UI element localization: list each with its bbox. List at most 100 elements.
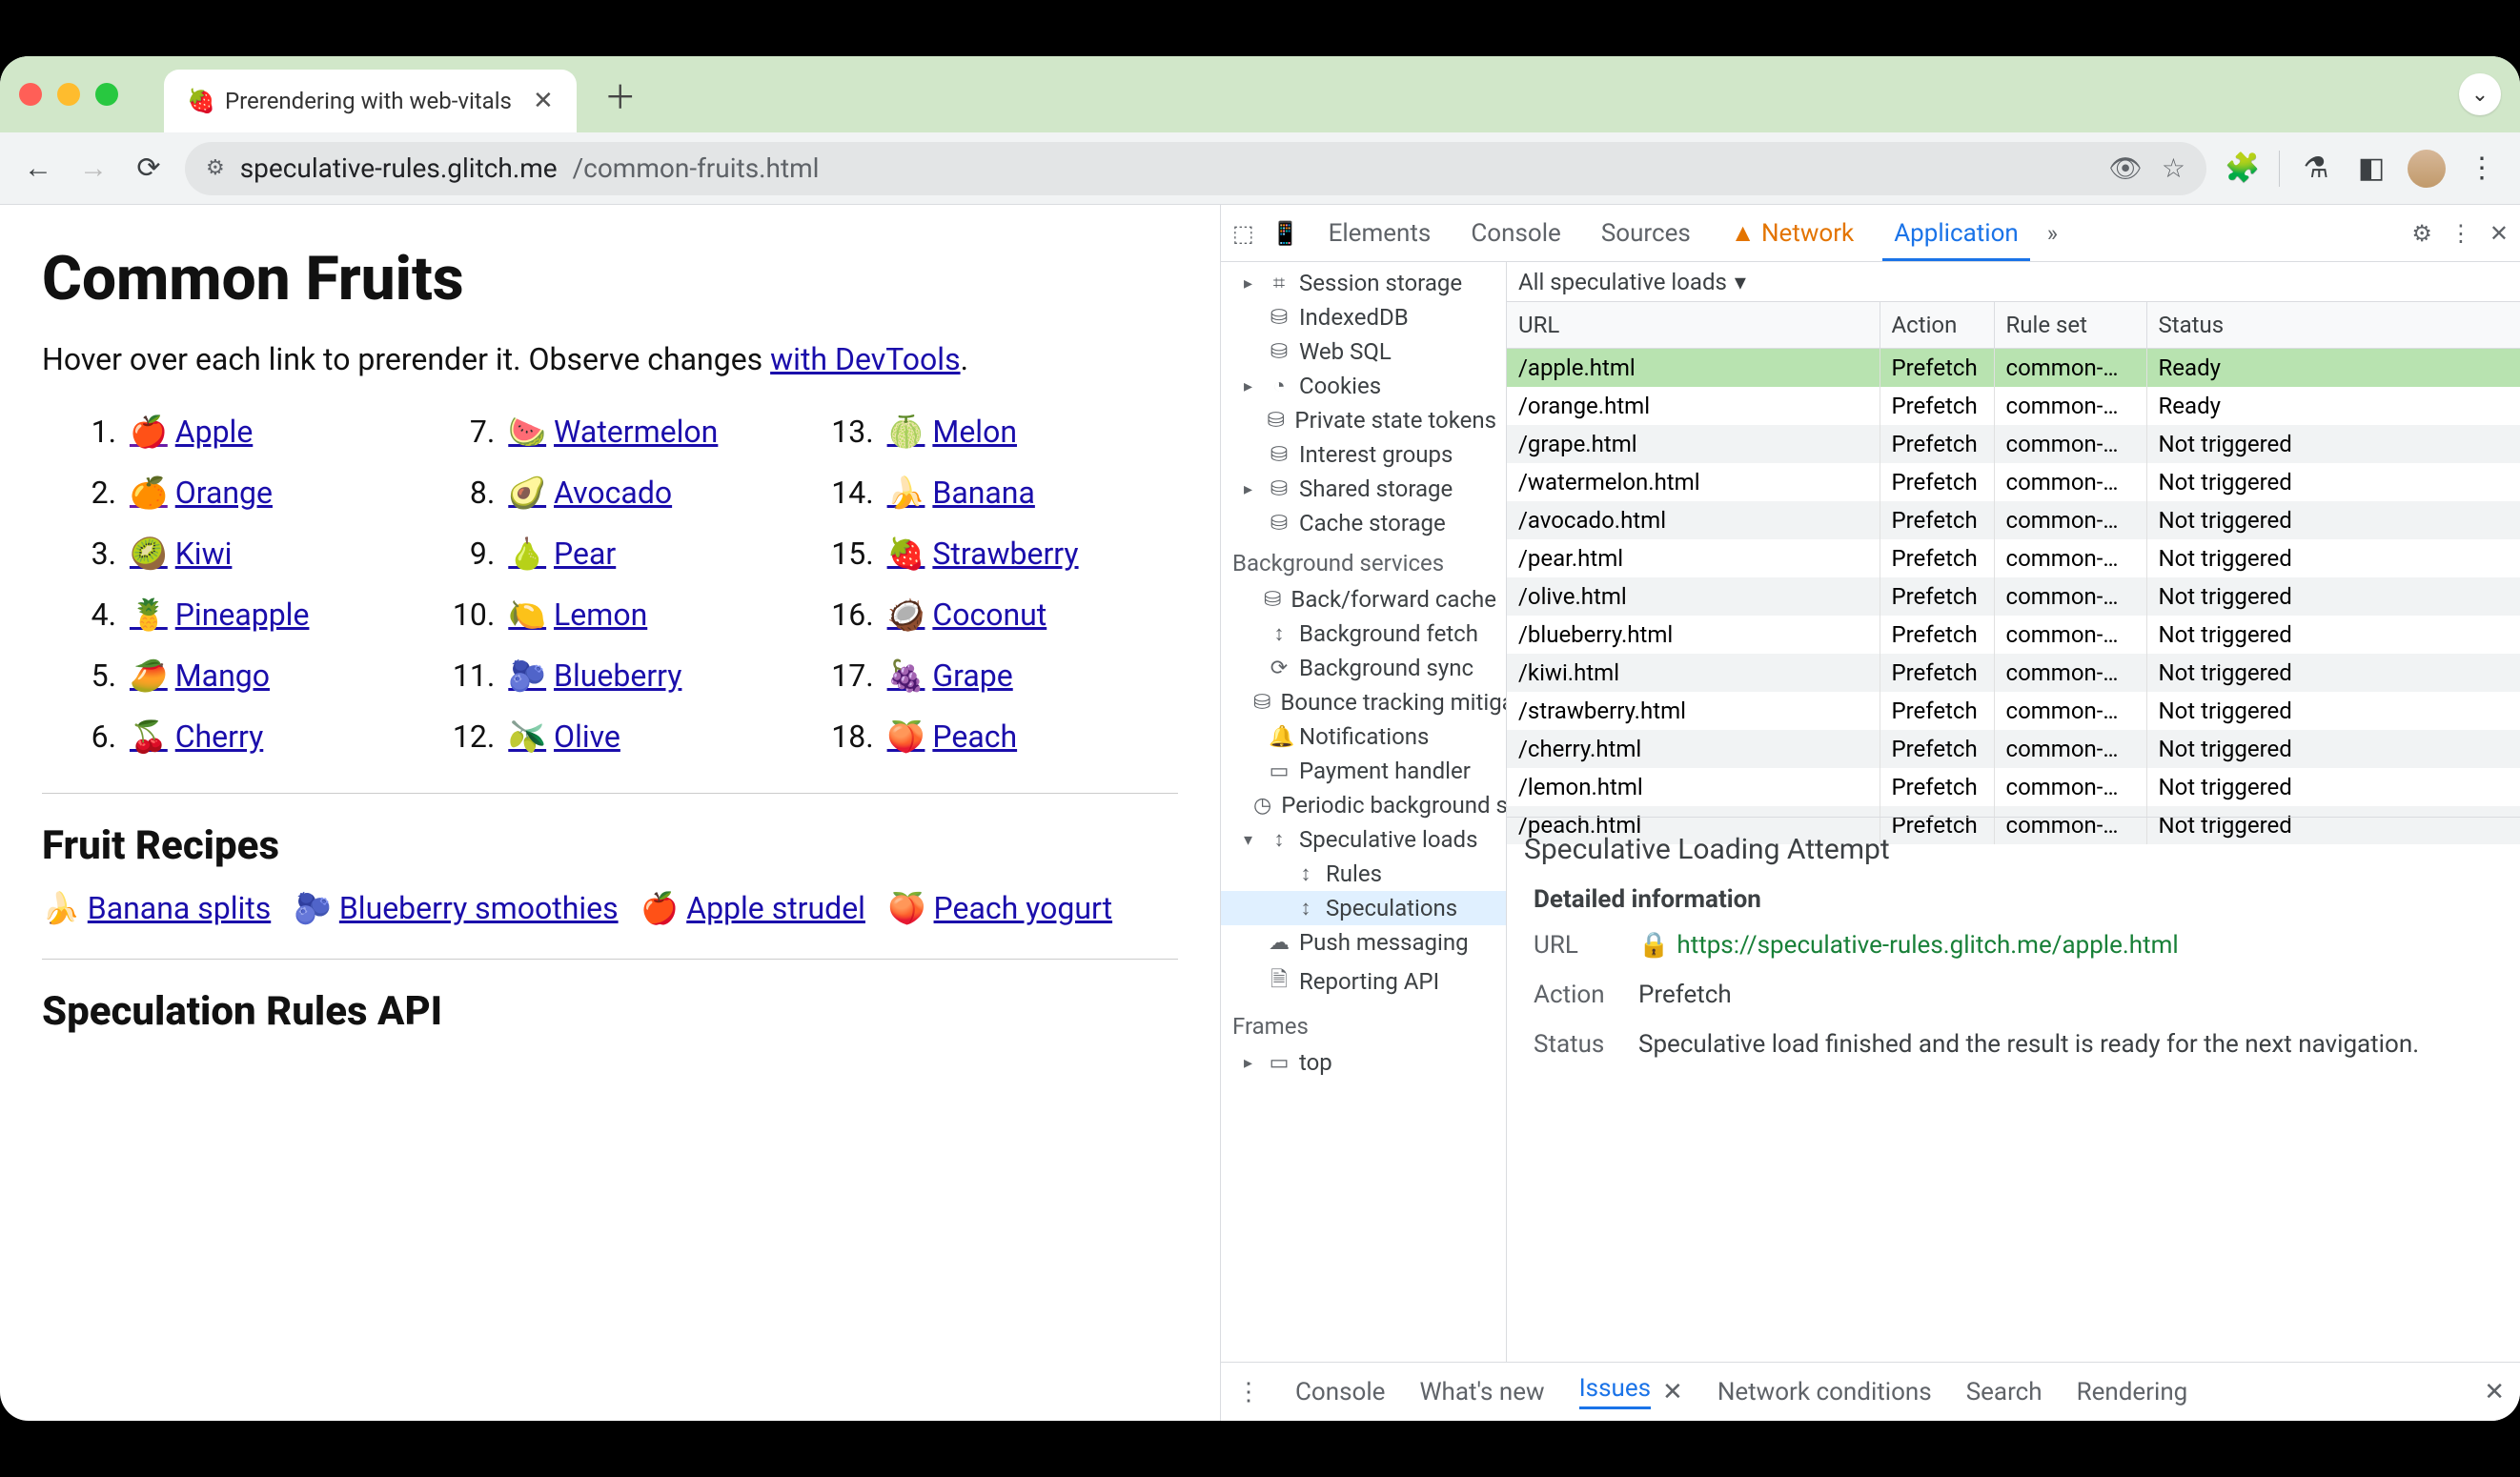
device-toggle-icon[interactable]: 📱 [1271, 220, 1300, 247]
new-tab-button[interactable]: ＋ [600, 73, 641, 115]
fruit-link[interactable]: Orange [175, 475, 273, 511]
fruit-link[interactable]: Coconut [932, 597, 1047, 633]
fruit-link[interactable]: Watermelon [554, 414, 718, 450]
chrome-menu-button[interactable]: ⋮ [2463, 150, 2501, 188]
visibility-icon[interactable]: 👁 [2108, 152, 2143, 184]
sidebar-item[interactable]: ▸▭top [1221, 1045, 1506, 1080]
drawer-tab[interactable]: Rendering [2077, 1378, 2188, 1406]
close-drawer-tab-button[interactable]: ✕ [1662, 1378, 1683, 1406]
sidebar-item[interactable]: ⛁Private state tokens [1221, 403, 1506, 437]
site-info-icon[interactable]: ⚙ [206, 156, 225, 180]
tab-sources[interactable]: Sources [1590, 206, 1702, 261]
fruit-link[interactable]: Olive [554, 718, 620, 755]
tab-application[interactable]: Application [1882, 206, 2030, 261]
table-row[interactable]: /watermelon.htmlPrefetchcommon-…Not trig… [1507, 463, 2520, 501]
table-row[interactable]: /grape.htmlPrefetchcommon-…Not triggered [1507, 425, 2520, 463]
table-row[interactable]: /kiwi.htmlPrefetchcommon-…Not triggered [1507, 654, 2520, 692]
back-button[interactable]: ← [19, 150, 57, 188]
table-row[interactable]: /orange.htmlPrefetchcommon-…Ready [1507, 387, 2520, 425]
recipe-link[interactable]: Banana splits [88, 890, 271, 926]
drawer-tab[interactable]: Search [1966, 1378, 2042, 1406]
more-tabs-button[interactable]: » [2047, 220, 2058, 247]
settings-icon[interactable]: ⚙ [2411, 220, 2432, 247]
table-row[interactable]: /blueberry.htmlPrefetchcommon-…Not trigg… [1507, 616, 2520, 654]
sidebar-item[interactable]: ⛁Web SQL [1221, 334, 1506, 369]
table-row[interactable]: /olive.htmlPrefetchcommon-…Not triggered [1507, 577, 2520, 616]
th-ruleset[interactable]: Rule set [1995, 302, 2147, 348]
profile-avatar[interactable] [2408, 150, 2446, 188]
table-row[interactable]: /strawberry.htmlPrefetchcommon-…Not trig… [1507, 692, 2520, 730]
sidebar-item[interactable]: ▭Payment handler [1221, 754, 1506, 788]
close-tab-button[interactable]: ✕ [533, 87, 554, 115]
table-row[interactable]: /apple.htmlPrefetchcommon-…Ready [1507, 349, 2520, 387]
fruit-link[interactable]: Mango [175, 658, 270, 694]
drawer-tab[interactable]: Network conditions [1717, 1378, 1932, 1406]
recipe-link[interactable]: Apple strudel [686, 890, 865, 926]
th-status[interactable]: Status [2147, 302, 2520, 348]
extensions-button[interactable]: 🧩 [2224, 150, 2262, 188]
sidebar-item[interactable]: ↕Speculations [1221, 891, 1506, 925]
th-action[interactable]: Action [1880, 302, 1995, 348]
drawer-tab[interactable]: Issues [1579, 1374, 1651, 1409]
table-row[interactable]: /pear.htmlPrefetchcommon-…Not triggered [1507, 539, 2520, 577]
bookmark-icon[interactable]: ☆ [2162, 152, 2185, 184]
sidebar-item[interactable]: 🗎Reporting API [1221, 960, 1506, 1003]
fruit-link[interactable]: Peach [932, 718, 1017, 755]
th-url[interactable]: URL [1507, 302, 1880, 348]
sidebar-item[interactable]: ☁Push messaging [1221, 925, 1506, 960]
sidebar-item[interactable]: ⛁Back/forward cache [1221, 582, 1506, 617]
fruit-link[interactable]: Banana [932, 475, 1035, 511]
table-row[interactable]: /lemon.htmlPrefetchcommon-…Not triggered [1507, 768, 2520, 806]
labs-button[interactable]: ⚗ [2297, 150, 2335, 188]
devtools-link[interactable]: with DevTools [770, 341, 960, 377]
drawer-menu-button[interactable]: ⋮ [1236, 1378, 1261, 1406]
sidebar-item[interactable]: ⛁Bounce tracking mitigation [1221, 685, 1506, 719]
tab-console[interactable]: Console [1459, 206, 1572, 261]
drawer-tab[interactable]: Console [1295, 1378, 1385, 1406]
minimize-window-button[interactable] [57, 83, 80, 106]
filter-bar[interactable]: All speculative loads ▾ [1507, 262, 2520, 302]
sidebar-item[interactable]: ▾↕Speculative loads [1221, 822, 1506, 857]
fruit-link[interactable]: Kiwi [175, 536, 233, 572]
table-row[interactable]: /avocado.htmlPrefetchcommon-…Not trigger… [1507, 501, 2520, 539]
recipe-link[interactable]: Peach yogurt [934, 890, 1113, 926]
maximize-window-button[interactable] [95, 83, 118, 106]
inspect-icon[interactable]: ⬚ [1232, 220, 1254, 247]
sidebar-item[interactable]: ⛁Cache storage [1221, 506, 1506, 540]
browser-tab[interactable]: 🍓 Prerendering with web-vitals ✕ [164, 70, 577, 132]
sidebar-item[interactable]: ▸⛁Shared storage [1221, 472, 1506, 506]
fruit-link[interactable]: Apple [175, 414, 254, 450]
table-row[interactable]: /cherry.htmlPrefetchcommon-…Not triggere… [1507, 730, 2520, 768]
sidebar-item[interactable]: ⟳Background sync [1221, 651, 1506, 685]
tab-elements[interactable]: Elements [1317, 206, 1443, 261]
sidebar-item[interactable]: ▸⌗Session storage [1221, 266, 1506, 300]
fruit-link[interactable]: Blueberry [554, 658, 681, 694]
sidebar-item[interactable]: 🔔Notifications [1221, 719, 1506, 754]
sidebar-item[interactable]: ◷Periodic background sync [1221, 788, 1506, 822]
side-panel-button[interactable]: ◧ [2352, 150, 2390, 188]
sidebar-item[interactable]: ⛁IndexedDB [1221, 300, 1506, 334]
recipe-link[interactable]: Blueberry smoothies [339, 890, 619, 926]
forward-button[interactable]: → [74, 150, 112, 188]
close-window-button[interactable] [19, 83, 42, 106]
fruit-link[interactable]: Avocado [554, 475, 672, 511]
drawer-tab[interactable]: What's new [1419, 1378, 1544, 1406]
sidebar-item[interactable]: ⛁Interest groups [1221, 437, 1506, 472]
fruit-link[interactable]: Grape [932, 658, 1012, 694]
fruit-link[interactable]: Melon [932, 414, 1017, 450]
close-devtools-button[interactable]: ✕ [2490, 220, 2509, 247]
tab-network[interactable]: ▲ Network [1719, 205, 1865, 261]
devtools-menu-button[interactable]: ⋮ [2449, 220, 2472, 247]
sidebar-item[interactable]: ▸◔Cookies [1221, 369, 1506, 403]
reload-button[interactable]: ⟳ [130, 150, 168, 188]
address-bar[interactable]: ⚙ speculative-rules.glitch.me/common-fru… [185, 142, 2206, 195]
fruit-link[interactable]: Strawberry [932, 536, 1078, 572]
detail-url-value[interactable]: 🔒https://speculative-rules.glitch.me/app… [1638, 931, 2503, 960]
fruit-link[interactable]: Pear [554, 536, 616, 572]
tab-dropdown-button[interactable]: ⌄ [2459, 73, 2501, 115]
sidebar-item[interactable]: ↕Background fetch [1221, 617, 1506, 651]
fruit-link[interactable]: Cherry [175, 718, 264, 755]
fruit-link[interactable]: Pineapple [175, 597, 310, 633]
close-drawer-button[interactable]: ✕ [2484, 1378, 2505, 1406]
sidebar-item[interactable]: ↕Rules [1221, 857, 1506, 891]
